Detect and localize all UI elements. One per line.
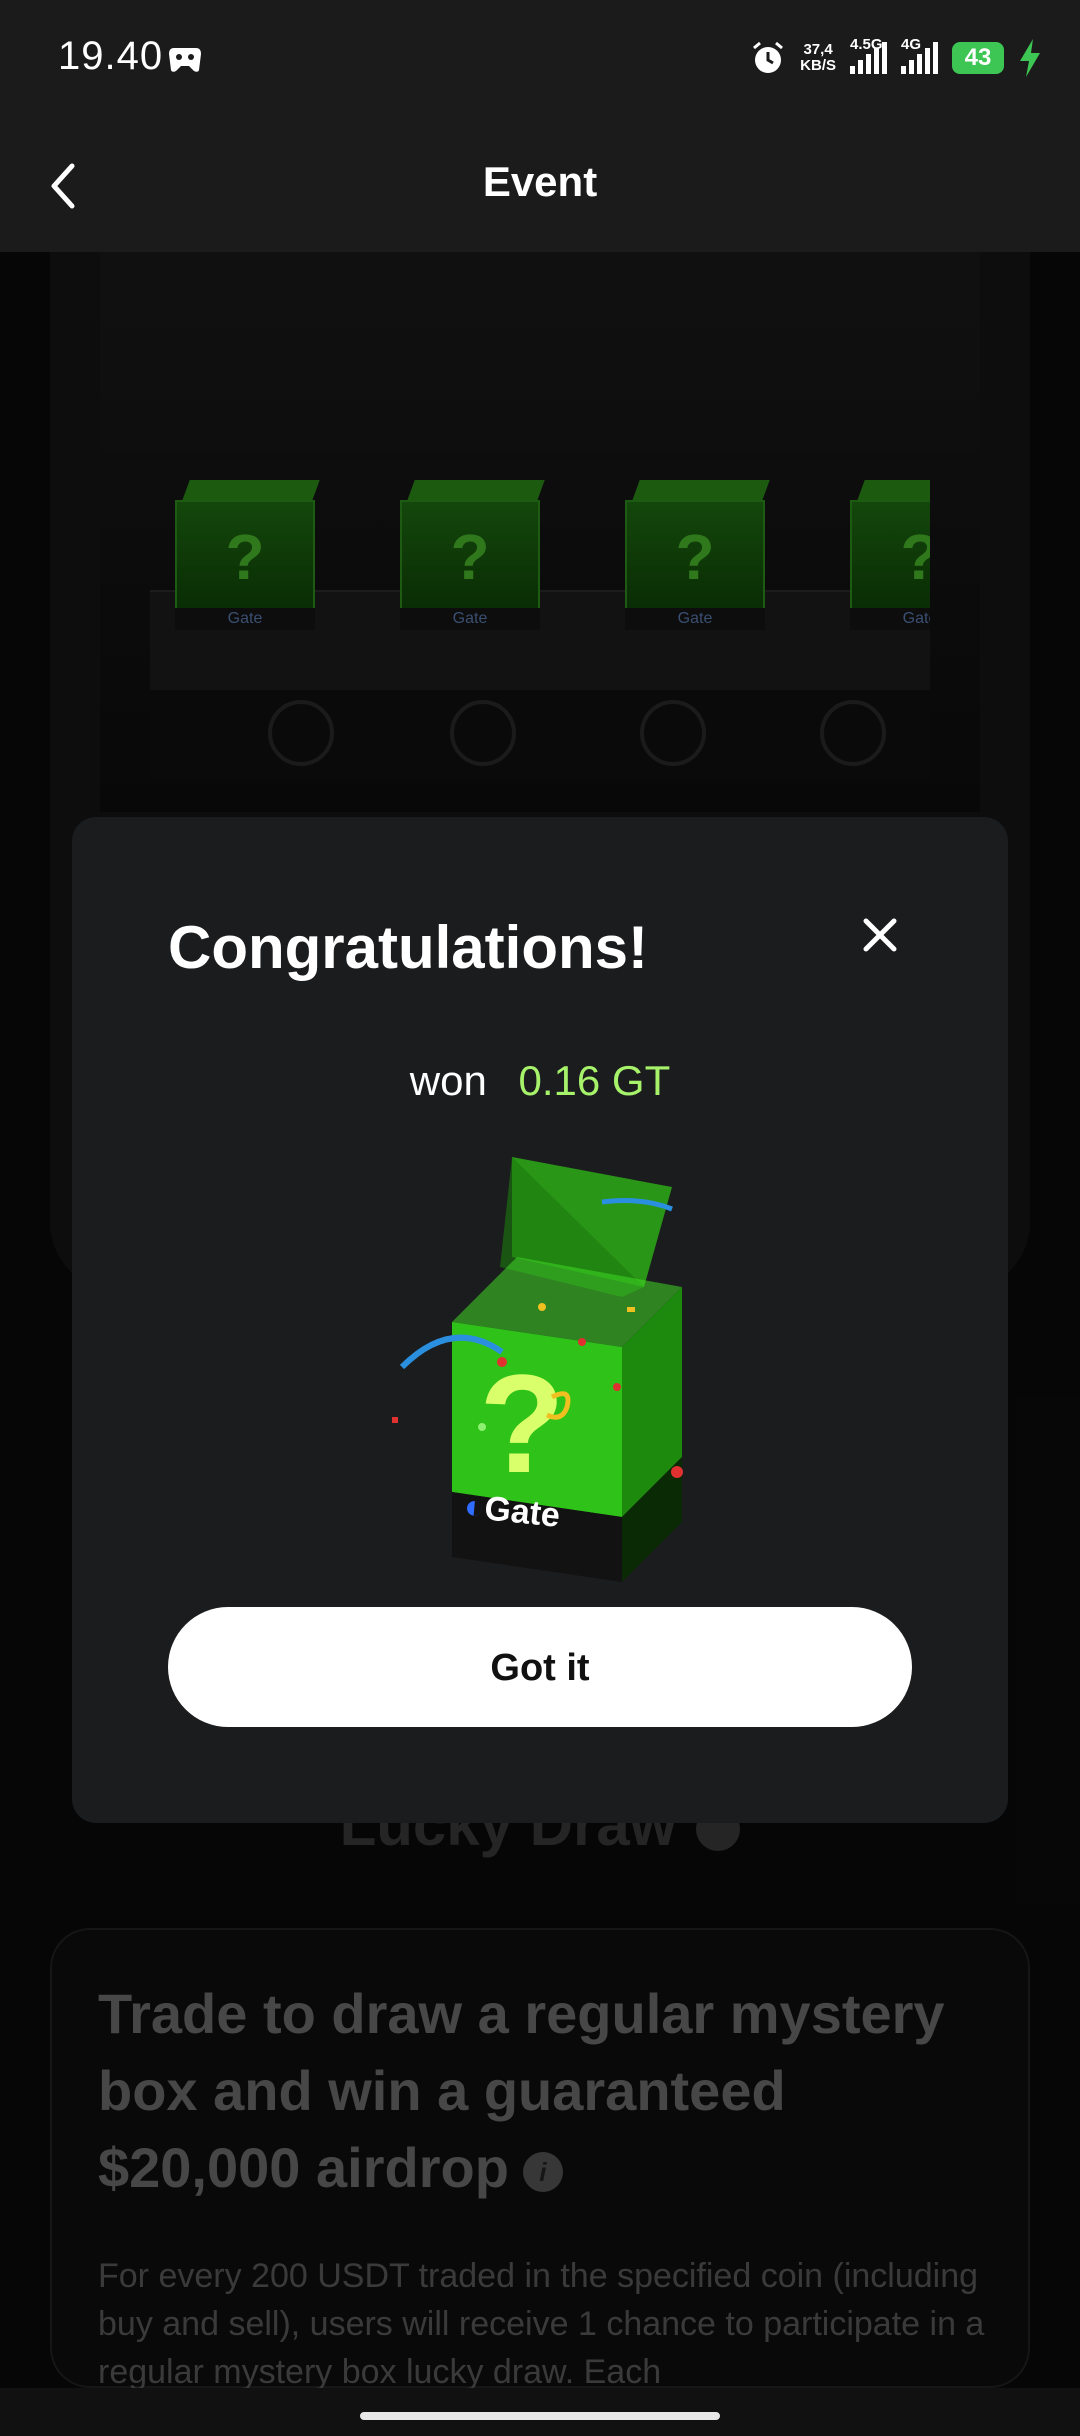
got-it-button[interactable]: Got it <box>168 1607 912 1727</box>
close-icon[interactable] <box>860 915 900 955</box>
page-title: Event <box>482 158 598 205</box>
charging-icon <box>1020 39 1040 77</box>
network-speed: 37,4 KB/S <box>800 41 836 74</box>
prize-result: won 0.16 GT <box>72 1057 1008 1105</box>
signal-4-5g-icon: 4.5G <box>850 36 887 74</box>
game-controller-icon <box>169 48 201 72</box>
prize-dialog: Congratulations! won 0.16 GT ? ◐Gate Got… <box>72 817 1008 1823</box>
app-header: Event <box>0 120 1080 252</box>
won-label: won <box>409 1057 487 1104</box>
clock: 19.40 <box>58 34 164 78</box>
alarm-icon <box>753 41 784 73</box>
gesture-bar <box>0 2388 1080 2436</box>
status-bar: 19.40 37,4 KB/S 4.5G 4G 43 <box>0 0 1080 120</box>
svg-text:?: ? <box>479 1345 565 1502</box>
prize-amount: 0.16 GT <box>518 1057 671 1104</box>
signal-4g-icon: 4G <box>901 36 938 74</box>
dialog-title: Congratulations! <box>168 914 648 981</box>
battery-indicator: 43 <box>952 42 1004 74</box>
